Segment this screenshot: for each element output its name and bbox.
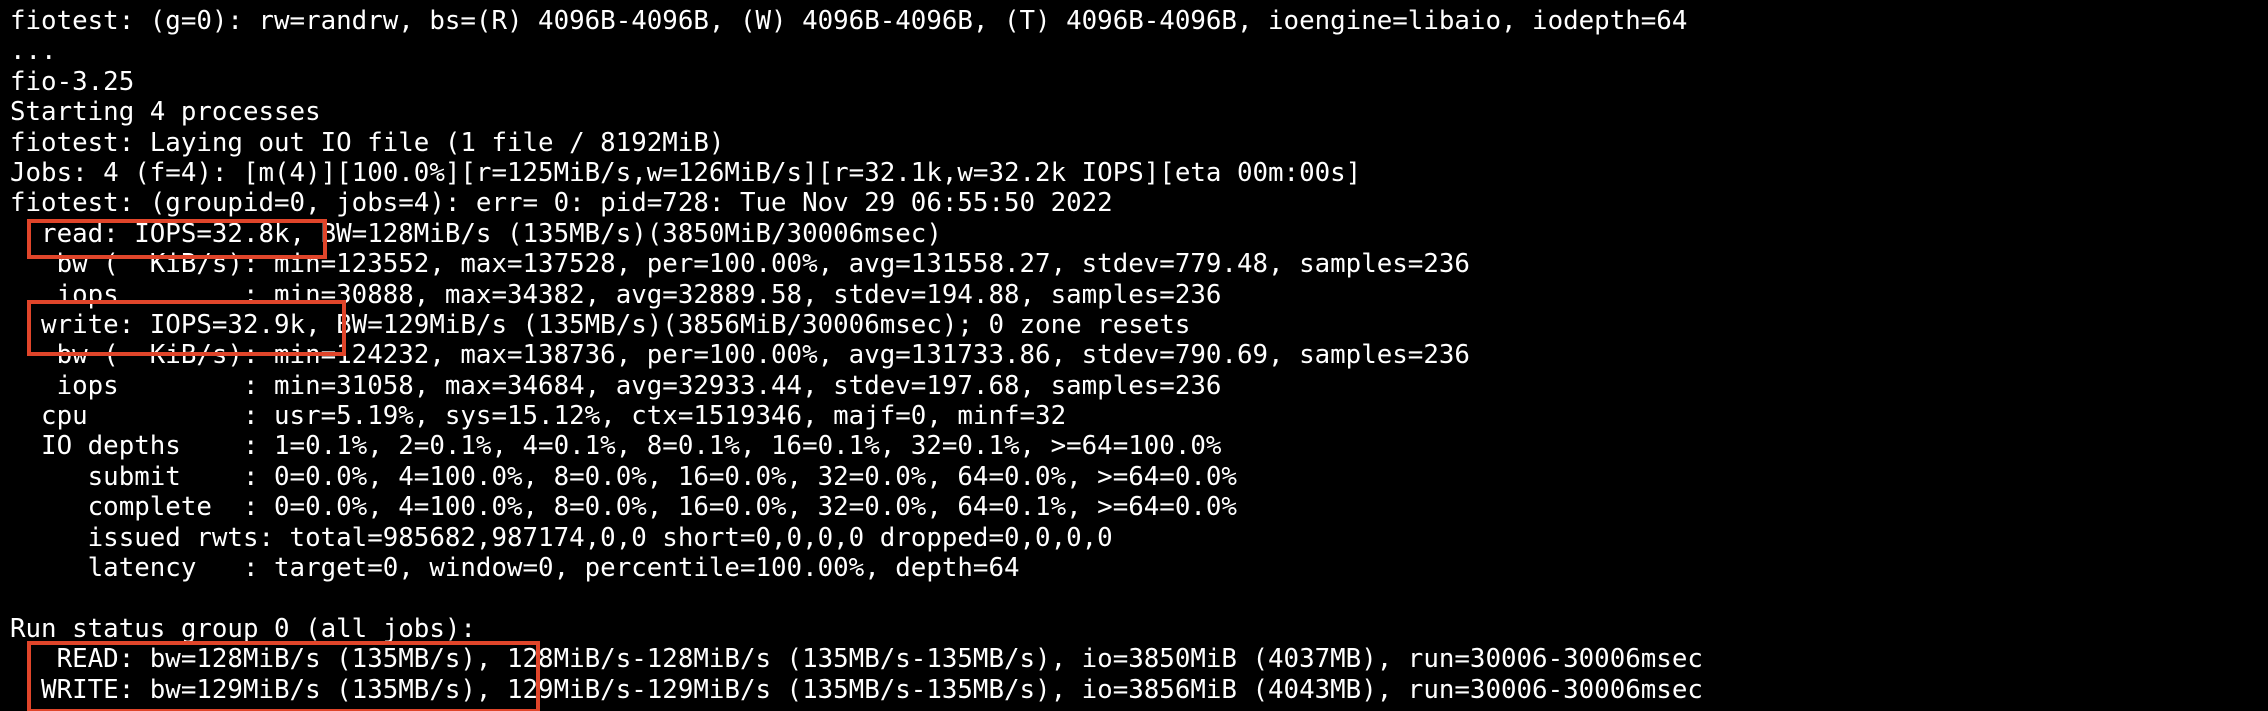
line-complete: complete : 0=0.0%, 4=100.0%, 8=0.0%, 16=… bbox=[10, 492, 1237, 523]
line-issued-rwts: issued rwts: total=985682,987174,0,0 sho… bbox=[10, 522, 1113, 553]
line-cpu: cpu : usr=5.19%, sys=15.12%, ctx=1519346… bbox=[10, 401, 1067, 432]
line-latency: latency : target=0, window=0, percentile… bbox=[10, 553, 1020, 584]
line-jobs-status: Jobs: 4 (f=4): [m(4)][100.0%][r=125MiB/s… bbox=[10, 157, 1362, 188]
line-blank bbox=[10, 583, 1703, 613]
line-fio-version: fio-3.25 bbox=[10, 66, 135, 97]
line-write-iops-stats: iops : min=31058, max=34684, avg=32933.4… bbox=[10, 370, 1222, 401]
line-starting-processes: Starting 4 processes bbox=[10, 97, 321, 128]
line-submit: submit : 0=0.0%, 4=100.0%, 8=0.0%, 16=0.… bbox=[10, 461, 1237, 492]
line-laying-out-file: fiotest: Laying out IO file (1 file / 81… bbox=[10, 127, 725, 158]
line-run-status: Run status group 0 (all jobs): bbox=[10, 613, 476, 644]
cropped-previous-line bbox=[0, 0, 2268, 5]
highlight-read-iops bbox=[27, 219, 327, 259]
line-io-depths: IO depths : 1=0.1%, 2=0.1%, 4=0.1%, 8=0.… bbox=[10, 431, 1222, 462]
terminal-window[interactable]: fiotest: (g=0): rw=randrw, bs=(R) 4096B-… bbox=[0, 0, 2268, 711]
line-ellipsis: ... bbox=[10, 36, 57, 67]
line-fiotest-config: fiotest: (g=0): rw=randrw, bs=(R) 4096B-… bbox=[10, 6, 1688, 36]
highlight-write-iops bbox=[27, 300, 346, 356]
highlight-read-write-bw bbox=[27, 641, 540, 711]
line-groupid: fiotest: (groupid=0, jobs=4): err= 0: pi… bbox=[10, 188, 1113, 219]
